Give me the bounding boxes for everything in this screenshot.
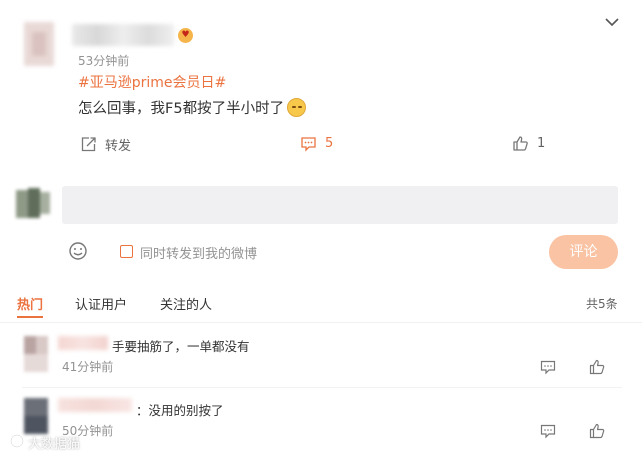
post-author-name[interactable] <box>72 24 174 46</box>
comment-author-name[interactable] <box>58 336 108 350</box>
comment-avatar[interactable] <box>24 336 48 372</box>
emoji-picker-icon[interactable] <box>68 241 88 261</box>
tab-verified-users[interactable]: 认证用户 <box>75 294 127 313</box>
post-hashtag-link[interactable]: #亚马逊prime会员日# <box>78 72 226 92</box>
current-user-avatar <box>12 186 52 222</box>
post-body-text: 怎么回事，我F5都按了半小时了 <box>78 101 285 117</box>
comment-button[interactable]: 5 <box>300 135 333 152</box>
comment-avatar[interactable] <box>24 398 48 434</box>
thumbs-up-icon <box>513 136 528 151</box>
reply-icon[interactable] <box>540 423 556 439</box>
repost-icon <box>81 137 96 152</box>
comment-icon <box>301 137 316 152</box>
comment-author-name[interactable] <box>58 398 132 412</box>
divider <box>0 322 642 323</box>
like-count: 1 <box>537 136 546 151</box>
post-timestamp[interactable]: 53分钟前 <box>78 52 129 69</box>
reply-icon[interactable] <box>540 359 556 375</box>
repost-button[interactable]: 转发 <box>80 135 131 154</box>
chevron-down-icon[interactable] <box>604 14 620 30</box>
comment-timestamp: 41分钟前 <box>62 360 114 374</box>
comment-total-count: 共5条 <box>586 297 618 311</box>
thumbs-up-icon[interactable] <box>589 359 605 375</box>
submit-comment-button[interactable]: 评论 <box>549 235 618 269</box>
thumbs-up-icon[interactable] <box>589 423 605 439</box>
smirk-emoji-icon <box>287 98 307 117</box>
watermark-text: 大数据猫 <box>28 437 81 452</box>
comment-input[interactable] <box>62 186 618 224</box>
active-tab-indicator <box>17 316 43 318</box>
post-body: 怎么回事，我F5都按了半小时了 <box>78 97 307 118</box>
sync-repost-checkbox[interactable] <box>120 245 133 258</box>
tab-following[interactable]: 关注的人 <box>160 294 212 313</box>
divider <box>22 387 622 388</box>
comment-text: 手要抽筋了，一单都没有 <box>112 339 250 354</box>
repost-label: 转发 <box>105 139 132 154</box>
comment-count: 5 <box>325 136 334 151</box>
post-author-avatar[interactable] <box>18 18 62 72</box>
heart-eyes-emoji-icon: ♥ <box>178 28 193 43</box>
like-button[interactable]: 1 <box>512 135 545 152</box>
watermark-logo-icon <box>10 434 24 448</box>
tab-hot[interactable]: 热门 <box>17 294 43 313</box>
comment-text: ：没用的别按了 <box>136 403 224 418</box>
sync-repost-label[interactable]: 同时转发到我的微博 <box>140 243 257 262</box>
